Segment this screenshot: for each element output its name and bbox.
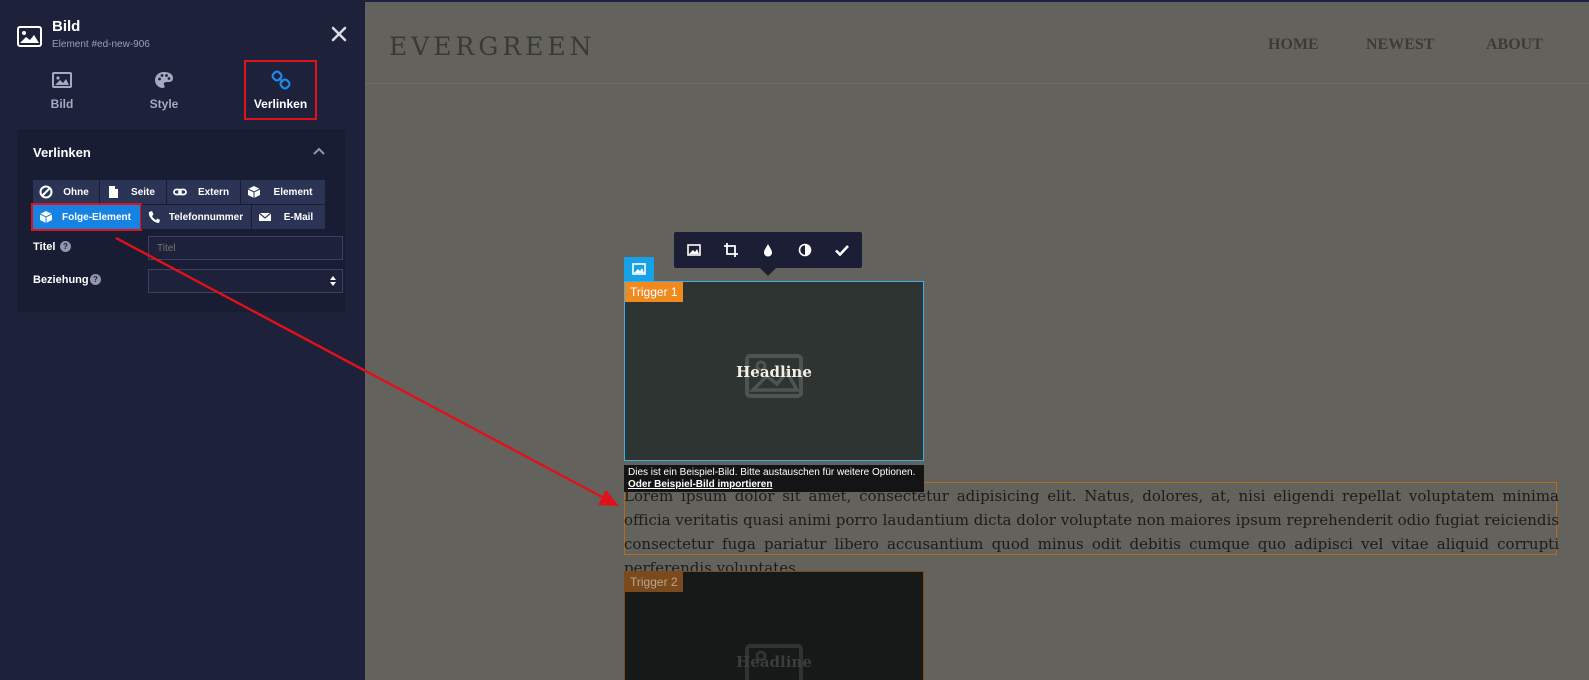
image-icon (632, 263, 646, 275)
option-ohne[interactable]: Ohne (33, 180, 99, 204)
panel-title: Bild (52, 18, 81, 35)
select-arrows-icon (330, 276, 336, 286)
tab-label: Style (149, 97, 179, 111)
tab-label: Verlinken (253, 97, 308, 111)
element-id: Element #ed-new-906 (52, 39, 150, 50)
tab-verlinken[interactable]: Verlinken (244, 60, 317, 120)
option-extern[interactable]: Extern (167, 180, 240, 204)
option-label: Folge-Element (62, 211, 131, 223)
relation-field-row: Beziehung ? (33, 269, 343, 293)
option-folge-element[interactable]: Folge-Element (31, 203, 142, 231)
image-headline: Headline (736, 363, 812, 381)
import-sample-image-link[interactable]: Oder Beispiel-Bild importieren (628, 479, 772, 490)
notice-text: Dies ist ein Beispiel-Bild. Bitte austau… (628, 467, 916, 478)
image-toolbar (674, 232, 862, 276)
link-panel: Verlinken Ohne Seite Extern Element Folg… (17, 129, 345, 312)
title-input[interactable] (148, 236, 343, 260)
relation-label: Beziehung (33, 274, 89, 286)
nav-newest[interactable]: NEWEST (1366, 36, 1434, 54)
option-label: Telefonnummer (168, 211, 244, 223)
image-icon (17, 26, 42, 47)
close-icon[interactable] (329, 24, 349, 44)
help-icon[interactable]: ? (60, 241, 71, 252)
trigger-label-1: Trigger 1 (625, 282, 683, 302)
section-title: Verlinken (33, 145, 91, 160)
site-header: EVERGREEN HOME NEWEST ABOUT (365, 2, 1589, 84)
chevron-up-icon[interactable] (312, 146, 326, 156)
color-drop-icon[interactable] (760, 242, 776, 258)
sample-image-notice: Dies ist ein Beispiel-Bild. Bitte austau… (624, 465, 924, 492)
settings-sidebar: Bild Element #ed-new-906 Bild Style Verl… (0, 0, 365, 680)
image-placeholder-2[interactable]: Trigger 2 Headline (624, 571, 924, 680)
option-telefonnummer[interactable]: Telefonnummer (141, 205, 251, 229)
text-paragraph[interactable]: Lorem ipsum dolor sit amet, consectetur … (624, 484, 1559, 580)
image-headline: Headline (736, 653, 812, 671)
image-icon (52, 72, 72, 88)
option-seite[interactable]: Seite (100, 180, 166, 204)
link-icon (270, 70, 291, 90)
ban-icon (39, 185, 53, 199)
palette-icon (155, 72, 173, 88)
tab-bild[interactable]: Bild (27, 62, 97, 118)
link-icon (173, 188, 187, 196)
option-label: Extern (197, 186, 230, 198)
image-placeholder-1[interactable]: Trigger 1 Headline (624, 281, 924, 461)
image-icon[interactable] (686, 242, 702, 258)
mail-icon (258, 212, 272, 221)
phone-icon (148, 211, 160, 223)
check-icon[interactable] (834, 242, 850, 258)
option-email[interactable]: E-Mail (252, 205, 325, 229)
crop-icon[interactable] (723, 242, 739, 258)
nav-home[interactable]: HOME (1268, 36, 1319, 54)
page-icon (109, 186, 118, 198)
cube-icon (247, 186, 261, 198)
toolbar-pointer (760, 268, 776, 276)
cube-icon (39, 211, 53, 223)
option-label: E-Mail (283, 211, 314, 223)
nav-about[interactable]: ABOUT (1486, 36, 1543, 54)
relation-select[interactable] (148, 269, 343, 293)
sidebar-header: Bild Element #ed-new-906 (0, 0, 365, 60)
tab-label: Bild (50, 97, 74, 111)
help-icon[interactable]: ? (90, 274, 101, 285)
option-label: Element (273, 186, 313, 198)
page-canvas: EVERGREEN HOME NEWEST ABOUT Trigger 1 He… (365, 0, 1589, 680)
image-element-badge[interactable] (624, 257, 654, 281)
site-logo[interactable]: EVERGREEN (389, 32, 596, 61)
title-field-row: Titel ? (33, 236, 343, 260)
option-label: Ohne (63, 186, 89, 198)
title-label: Titel (33, 241, 56, 253)
option-label: Seite (131, 186, 155, 198)
trigger-label-2: Trigger 2 (625, 572, 683, 592)
contrast-icon[interactable] (797, 242, 813, 258)
option-element[interactable]: Element (241, 180, 325, 204)
tab-style[interactable]: Style (129, 62, 199, 118)
tab-bar: Bild Style Verlinken (0, 60, 365, 120)
